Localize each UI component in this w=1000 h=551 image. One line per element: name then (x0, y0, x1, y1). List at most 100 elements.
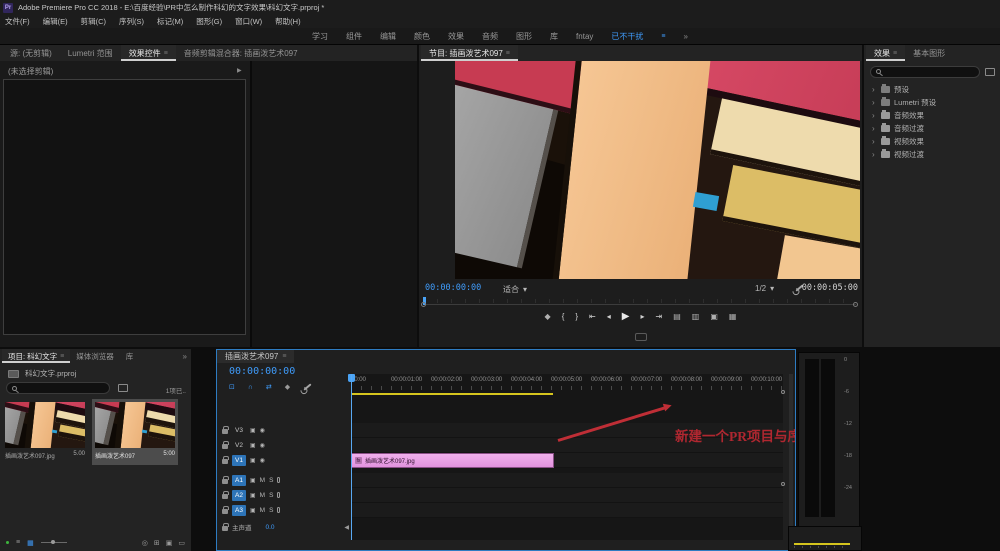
chevron-right-icon[interactable]: › (872, 150, 877, 159)
export-frame-button[interactable]: ▣ (710, 312, 718, 321)
project-item-image[interactable]: 插画泼艺术097.jpg 5.00 (2, 399, 88, 465)
panel-menu-icon[interactable]: ≡ (506, 50, 510, 57)
time-ruler[interactable] (351, 386, 783, 390)
project-item-sequence[interactable]: 插画泼艺术097 5:00 (92, 399, 178, 465)
add-marker-button[interactable]: ◆ (545, 312, 551, 321)
eye-icon[interactable]: ◉ (260, 442, 265, 449)
tab-source-monitor[interactable]: 源: (无剪辑) (2, 45, 60, 61)
scrubber-left-handle[interactable] (421, 302, 426, 307)
tab-audio-clip-mixer[interactable]: 音频剪辑混合器: 插画泼艺术097 (176, 45, 306, 61)
mark-in-button[interactable]: { (562, 312, 565, 321)
icon-view-button[interactable]: ▦ (27, 539, 34, 547)
go-to-out-button[interactable]: ⇥ (655, 312, 662, 321)
effects-tree-item-video-transitions[interactable]: › 视频过渡 (864, 148, 1000, 161)
program-scrubber[interactable] (423, 299, 856, 309)
list-view-button[interactable]: ≡ (16, 539, 20, 546)
track-header-master[interactable]: 主声道 0.0 ◀ (222, 520, 349, 534)
timeline-settings-wrench-icon[interactable] (304, 383, 312, 390)
mark-out-button[interactable]: } (575, 312, 578, 321)
chevron-right-icon[interactable]: › (872, 124, 877, 133)
workspace-tab-audio[interactable]: 音频 (482, 31, 498, 42)
panel-menu-icon[interactable]: ≡ (60, 353, 64, 360)
mute-button[interactable]: M (260, 507, 265, 514)
timeline-view-toggle-icon[interactable]: ▶ (237, 67, 242, 74)
add-marker-icon[interactable]: ◆ (285, 383, 290, 391)
effects-tree-item-video-effects[interactable]: › 视频效果 (864, 135, 1000, 148)
panel-menu-icon[interactable]: ≡ (164, 50, 168, 57)
workspace-tab-custom[interactable]: fntay (576, 32, 593, 41)
mute-button[interactable]: M (260, 492, 265, 499)
track-lane-a2[interactable] (351, 488, 783, 503)
workspace-overflow-icon[interactable]: » (683, 32, 687, 41)
workspace-tab-color[interactable]: 颜色 (414, 31, 430, 42)
chevron-right-icon[interactable]: › (872, 85, 877, 94)
effects-tree-item-audio-transitions[interactable]: › 音频过渡 (864, 122, 1000, 135)
lock-icon[interactable] (222, 479, 228, 484)
menu-sequence[interactable]: 序列(S) (119, 16, 144, 27)
eye-icon[interactable]: ◉ (260, 457, 265, 464)
scrubber-right-handle[interactable] (853, 302, 858, 307)
eye-icon[interactable]: ◉ (260, 427, 265, 434)
thumbnail-zoom-slider[interactable] (41, 542, 67, 543)
sync-lock-icon[interactable]: ▣ (250, 477, 256, 484)
sync-lock-icon[interactable]: ▣ (250, 442, 256, 449)
lock-icon[interactable] (222, 444, 228, 449)
new-custom-bin-icon[interactable] (985, 68, 995, 76)
button-editor-icon[interactable] (635, 333, 647, 341)
menu-marker[interactable]: 标记(M) (157, 16, 183, 27)
solo-button[interactable]: S (269, 477, 273, 484)
track-lane-a1[interactable] (351, 473, 783, 488)
workspace-tab-editing[interactable]: 编辑 (380, 31, 396, 42)
fit-track-icon[interactable]: ◀ (344, 524, 349, 531)
filter-bin-icon[interactable] (118, 384, 128, 392)
program-current-timecode[interactable]: 00:00:00:00 (425, 283, 481, 293)
track-target-a1[interactable]: A1 (232, 475, 246, 486)
scroll-handle-top[interactable] (781, 390, 785, 394)
track-header-a1[interactable]: A1 ▣ M S (222, 473, 349, 487)
lock-icon[interactable] (222, 494, 228, 499)
lock-icon[interactable] (222, 459, 228, 464)
delete-button[interactable]: ▭ (178, 539, 185, 547)
sync-lock-icon[interactable]: ▣ (250, 507, 256, 514)
menu-edit[interactable]: 编辑(E) (43, 16, 68, 27)
new-bin-button[interactable]: ⊞ (154, 539, 160, 547)
workspace-tab-graphics[interactable]: 图形 (516, 31, 532, 42)
voiceover-mic-icon[interactable] (277, 492, 280, 498)
lock-icon[interactable] (222, 526, 228, 531)
menu-clip[interactable]: 剪辑(C) (81, 16, 106, 27)
chevron-right-icon[interactable]: › (872, 137, 877, 146)
tab-project[interactable]: 项目: 科幻文字 ≡ (2, 349, 70, 363)
fx-badge[interactable]: fx (355, 457, 362, 464)
effects-search-input[interactable] (870, 66, 980, 78)
menu-help[interactable]: 帮助(H) (275, 16, 300, 27)
work-area-bar[interactable] (351, 393, 553, 395)
lock-icon[interactable] (222, 509, 228, 514)
workspace-menu-icon[interactable]: ≡ (661, 33, 665, 40)
step-back-button[interactable]: ◂ (607, 312, 611, 321)
tab-effects[interactable]: 效果 ≡ (866, 45, 905, 61)
menu-file[interactable]: 文件(F) (5, 16, 30, 27)
track-target-a2[interactable]: A2 (232, 490, 246, 501)
scroll-handle-bottom[interactable] (781, 482, 785, 486)
workspace-tab-learning[interactable]: 学习 (312, 31, 328, 42)
sync-lock-icon[interactable]: ▣ (250, 427, 256, 434)
tab-lumetri-scopes[interactable]: Lumetri 范围 (60, 45, 121, 61)
lift-button[interactable]: ▤ (673, 312, 681, 321)
track-header-a2[interactable]: A2 ▣ M S (222, 488, 349, 502)
snap-toggle-icon[interactable]: ∩ (248, 384, 253, 391)
timeline-vertical-scrollbar[interactable] (789, 374, 793, 540)
solo-button[interactable]: S (269, 507, 273, 514)
tab-libraries[interactable]: 库 (120, 349, 140, 363)
tab-program-monitor[interactable]: 节目: 插画泼艺术097 ≡ (421, 45, 518, 61)
track-lane-a3[interactable] (351, 503, 783, 518)
mute-button[interactable]: M (260, 477, 265, 484)
play-button[interactable]: ▶ (622, 311, 630, 322)
panel-menu-icon[interactable]: ≡ (282, 353, 286, 360)
zoom-fit-dropdown[interactable]: 适合 ▾ (503, 284, 527, 295)
effects-tree-item-audio-effects[interactable]: › 音频效果 (864, 109, 1000, 122)
panel-overflow-icon[interactable]: » (183, 352, 187, 361)
sync-lock-icon[interactable]: ▣ (250, 457, 256, 464)
tab-media-browser[interactable]: 媒体浏览器 (70, 349, 120, 363)
workspace-tab-effects[interactable]: 效果 (448, 31, 464, 42)
program-monitor-video[interactable] (455, 61, 860, 279)
